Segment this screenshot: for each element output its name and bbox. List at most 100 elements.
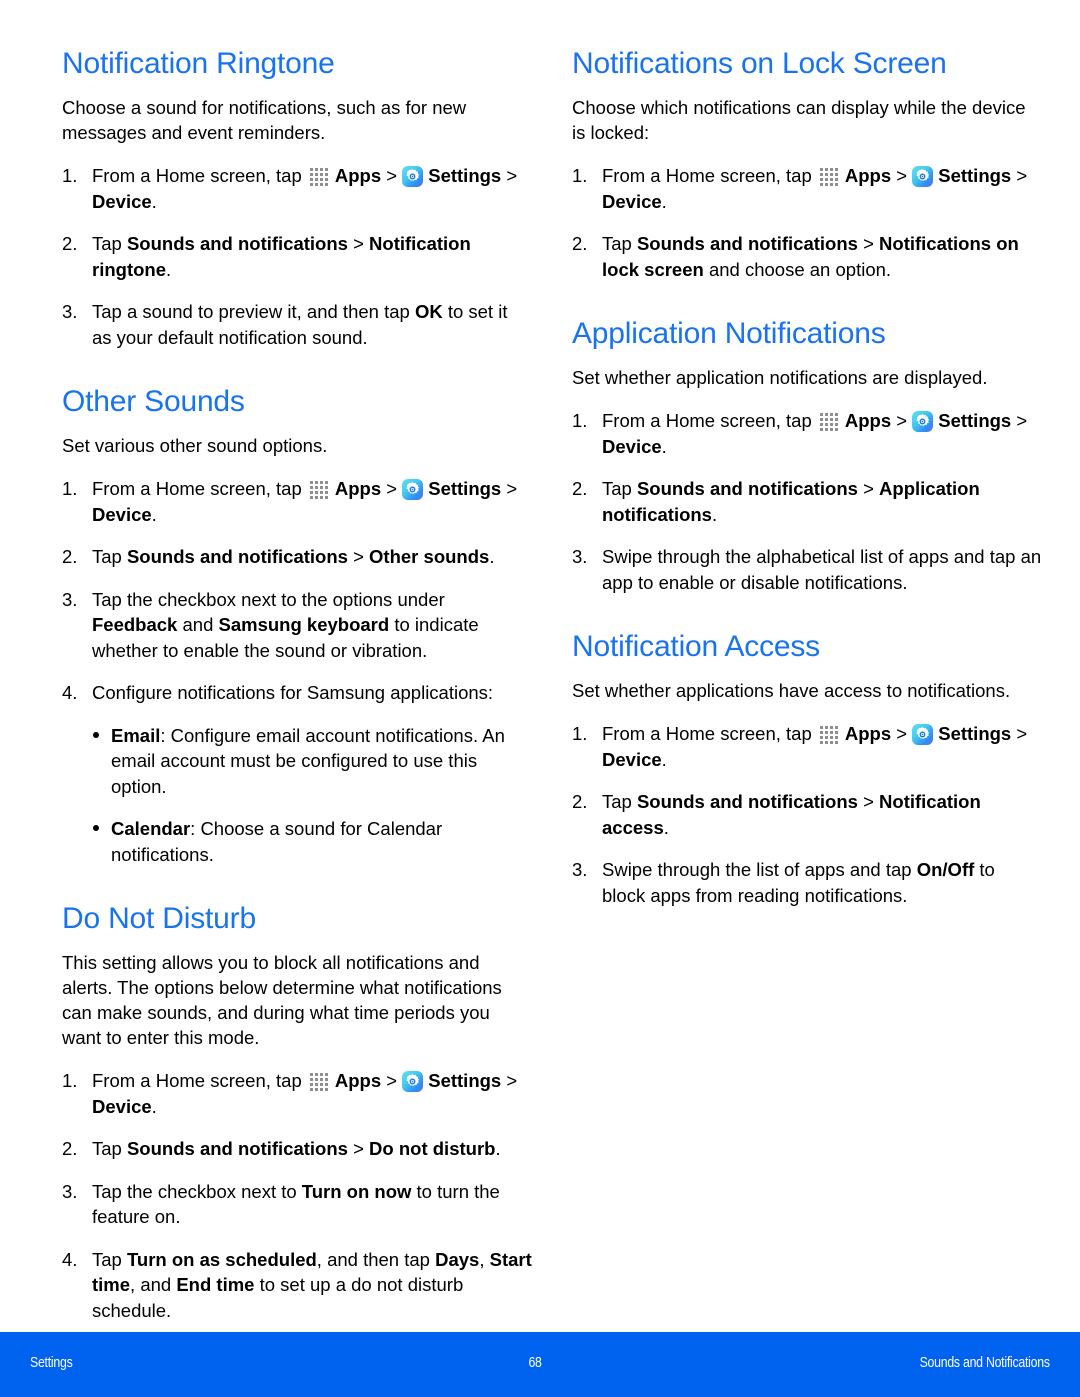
- section-heading: Do Not Disturb: [62, 902, 256, 935]
- content-section: Do Not Disturb This setting allows you to…: [62, 901, 572, 1391]
- page-footer: Settings 68 Sounds and Notifications: [0, 1332, 1080, 1397]
- section-intro-text: Choose which notifications can display w…: [572, 97, 1026, 143]
- section-intro-text: Set whether applications have access to …: [572, 680, 1011, 701]
- content-section: Application Notifications Set whether app…: [572, 316, 1080, 595]
- footer-section-label: Settings: [30, 1354, 73, 1371]
- step-number: 1.: [62, 1070, 78, 1091]
- step-number: 3.: [572, 546, 588, 567]
- bullet-item: Email: Configure email account notificat…: [92, 723, 512, 800]
- left-column: Notification Ringtone Choose a sound for …: [62, 46, 572, 1391]
- step-item: 3. Swipe through the alphabetical list of…: [572, 544, 1042, 595]
- step-item: 3. Swipe through the list of apps and tap…: [572, 857, 1042, 908]
- step-text: From a Home screen, tap Apps > Settings …: [602, 723, 1028, 770]
- right-column: Notifications on Lock Screen Choose which…: [572, 46, 1080, 1391]
- step-number: 3.: [62, 1180, 78, 1202]
- section-heading: Notification Access: [572, 630, 820, 663]
- step-text: Swipe through the alphabetical list of a…: [602, 546, 1042, 593]
- step-text: From a Home screen, tap Apps > Settings …: [92, 165, 518, 212]
- step-number: 2.: [572, 233, 588, 254]
- step-item: 1. From a Home screen, tap Apps > Setting…: [572, 721, 1042, 772]
- content-section: Notification Ringtone Choose a sound for …: [62, 46, 572, 350]
- section-intro-text: Choose a sound for notifications, such a…: [62, 97, 467, 143]
- step-text: From a Home screen, tap Apps > Settings …: [602, 410, 1028, 457]
- step-item: 2. Tap Sounds and notifications > Other s…: [62, 544, 532, 570]
- step-number: 3.: [62, 301, 78, 322]
- apps-grid-icon: [819, 167, 841, 186]
- step-item: 2. Tap Sounds and notifications > Applica…: [572, 476, 1042, 527]
- step-number: 2.: [62, 233, 78, 254]
- section-heading: Other Sounds: [62, 385, 245, 418]
- apps-grid-icon: [819, 412, 841, 431]
- step-item: 4. Configure notifications for Samsung ap…: [62, 680, 532, 867]
- footer-chapter-label: Sounds and Notifications: [919, 1354, 1050, 1371]
- apps-grid-icon: [309, 1072, 331, 1091]
- step-item: 1. From a Home screen, tap Apps > Setting…: [62, 476, 532, 527]
- step-number: 2.: [572, 478, 588, 499]
- section-intro-text: Set various other sound options.: [62, 435, 328, 456]
- step-text: From a Home screen, tap Apps > Settings …: [92, 478, 518, 525]
- step-number: 4.: [62, 682, 78, 703]
- step-list: 1. From a Home screen, tap Apps > Setting…: [62, 163, 572, 350]
- manual-page: Notification Ringtone Choose a sound for …: [0, 0, 1080, 1397]
- step-text: Tap Sounds and notifications > Notificat…: [602, 791, 981, 838]
- step-number: 1.: [572, 723, 588, 744]
- step-item: 4. Tap Turn on as scheduled, and then tap…: [62, 1247, 532, 1324]
- step-item: 1. From a Home screen, tap Apps > Setting…: [572, 163, 1042, 214]
- step-number: 1.: [62, 478, 78, 499]
- step-number: 1.: [572, 165, 588, 186]
- step-item: 2. Tap Sounds and notifications > Notific…: [62, 231, 532, 282]
- step-item: 1. From a Home screen, tap Apps > Setting…: [62, 163, 532, 214]
- section-intro-text: Set whether application notifications ar…: [572, 367, 988, 388]
- settings-gear-icon: [402, 479, 424, 500]
- step-number: 4.: [62, 1248, 78, 1270]
- step-number: 1.: [62, 165, 78, 186]
- step-item: 3. Tap the checkbox next to Turn on now t…: [62, 1179, 532, 1230]
- sub-bullet-list: Email: Configure email account notificat…: [92, 723, 532, 868]
- step-number: 2.: [572, 791, 588, 812]
- settings-gear-icon: [912, 411, 934, 432]
- step-text: Tap Sounds and notifications > Notificat…: [92, 233, 471, 280]
- step-list: 1. From a Home screen, tap Apps > Setting…: [572, 408, 1080, 595]
- step-text: Configure notifications for Samsung appl…: [92, 682, 494, 703]
- step-text: Tap Sounds and notifications > Other sou…: [92, 546, 495, 567]
- bullet-dot-icon: [93, 731, 99, 738]
- step-item: 1. From a Home screen, tap Apps > Setting…: [62, 1068, 532, 1119]
- settings-gear-icon: [402, 1071, 424, 1092]
- bullet-text: Calendar: Choose a sound for Calendar no…: [111, 818, 443, 865]
- step-number: 2.: [62, 1138, 78, 1159]
- step-text: Tap the checkbox next to the options und…: [92, 588, 479, 661]
- step-number: 3.: [572, 859, 588, 880]
- step-list: 1. From a Home screen, tap Apps > Setting…: [572, 721, 1080, 908]
- step-text: Tap Sounds and notifications > Notificat…: [602, 233, 1019, 280]
- content-section: Notification Access Set whether applicati…: [572, 629, 1080, 908]
- footer-page-number: 68: [528, 1354, 542, 1371]
- bullet-dot-icon: [93, 825, 99, 831]
- section-heading: Notifications on Lock Screen: [572, 47, 947, 80]
- content-section: Other Sounds Set various other sound opti…: [62, 384, 572, 867]
- bullet-text: Email: Configure email account notificat…: [111, 724, 505, 797]
- bullet-item: Calendar: Choose a sound for Calendar no…: [92, 816, 512, 867]
- step-text: Tap the checkbox next to Turn on now to …: [92, 1180, 500, 1228]
- step-text: Swipe through the list of apps and tap O…: [602, 859, 995, 906]
- step-number: 2.: [62, 546, 78, 567]
- step-text: Tap Turn on as scheduled, and then tap D…: [92, 1248, 532, 1321]
- step-list: 1. From a Home screen, tap Apps > Setting…: [62, 476, 572, 867]
- step-text: From a Home screen, tap Apps > Settings …: [92, 1070, 518, 1117]
- content-section: Notifications on Lock Screen Choose which…: [572, 46, 1080, 282]
- section-heading: Application Notifications: [572, 317, 886, 350]
- section-heading: Notification Ringtone: [62, 47, 335, 80]
- step-text: Tap Sounds and notifications > Applicati…: [602, 478, 980, 525]
- step-item: 2. Tap Sounds and notifications > Do not …: [62, 1136, 532, 1162]
- step-number: 3.: [62, 588, 78, 610]
- apps-grid-icon: [309, 167, 331, 186]
- step-item: 1. From a Home screen, tap Apps > Setting…: [572, 408, 1042, 459]
- apps-grid-icon: [309, 480, 331, 499]
- step-item: 3. Tap a sound to preview it, and then ta…: [62, 299, 532, 350]
- step-list: 1. From a Home screen, tap Apps > Setting…: [572, 163, 1080, 282]
- settings-gear-icon: [912, 724, 934, 745]
- step-item: 3. Tap the checkbox next to the options u…: [62, 587, 532, 664]
- page-columns: Notification Ringtone Choose a sound for …: [0, 46, 1080, 1391]
- settings-gear-icon: [402, 166, 424, 187]
- step-text: Tap a sound to preview it, and then tap …: [92, 301, 508, 348]
- step-text: From a Home screen, tap Apps > Settings …: [602, 165, 1028, 212]
